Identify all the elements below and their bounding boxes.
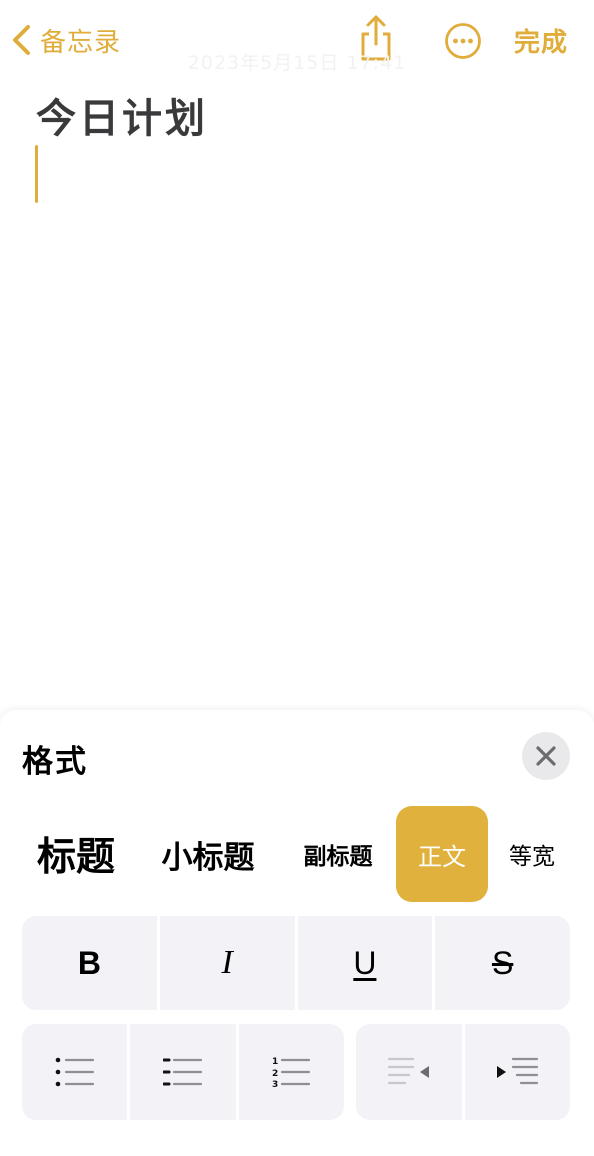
strikethrough-button[interactable]: S — [432, 916, 570, 1010]
bold-glyph: B — [77, 944, 101, 981]
navigation-bar: 备忘录 完成 2023年5月15日 17:41 — [0, 0, 594, 84]
style-subheading-option[interactable]: 副标题 — [294, 806, 382, 902]
svg-text:1: 1 — [272, 1057, 278, 1067]
text-cursor — [35, 145, 38, 203]
style-body-option[interactable]: 正文 — [396, 806, 488, 902]
style-monospaced-option[interactable]: 等宽 — [500, 806, 564, 902]
format-panel: 格式 标题 小标题 副标题 正文 等宽 B I U S 1 2 3 — [0, 710, 594, 1156]
italic-glyph: I — [221, 944, 233, 981]
increase-indent-icon — [497, 1057, 539, 1085]
style-title-option[interactable]: 标题 — [30, 806, 122, 902]
strikethrough-glyph: S — [491, 944, 514, 981]
increase-indent-button[interactable] — [461, 1024, 571, 1120]
note-date: 2023年5月15日 17:41 — [187, 52, 407, 74]
dashed-list-button[interactable] — [22, 1024, 127, 1120]
format-panel-title: 格式 — [22, 744, 88, 780]
numbered-list-button[interactable]: 1 2 3 — [235, 1024, 344, 1120]
indent-group — [356, 1024, 570, 1120]
decrease-indent-icon — [387, 1057, 429, 1085]
close-format-button[interactable] — [522, 732, 570, 780]
dashed-list-icon — [55, 1057, 94, 1087]
decrease-indent-button[interactable] — [356, 1024, 462, 1120]
text-style-group: B I U S — [22, 916, 570, 1010]
underline-button[interactable]: U — [294, 916, 433, 1010]
svg-text:2: 2 — [272, 1069, 278, 1079]
close-icon — [536, 746, 556, 766]
bulleted-list-button[interactable] — [127, 1024, 235, 1120]
note-title[interactable]: 今日计划 — [36, 86, 208, 144]
bulleted-list-icon — [162, 1058, 203, 1086]
paragraph-style-row: 标题 小标题 副标题 正文 等宽 — [0, 806, 594, 902]
svg-text:3: 3 — [272, 1080, 278, 1088]
italic-button[interactable]: I — [156, 916, 295, 1010]
bold-button[interactable]: B — [22, 916, 157, 1010]
list-style-group: 1 2 3 — [22, 1024, 344, 1120]
style-heading-option[interactable]: 小标题 — [152, 806, 264, 902]
numbered-list-icon: 1 2 3 — [272, 1057, 311, 1088]
underline-glyph: U — [353, 944, 377, 981]
